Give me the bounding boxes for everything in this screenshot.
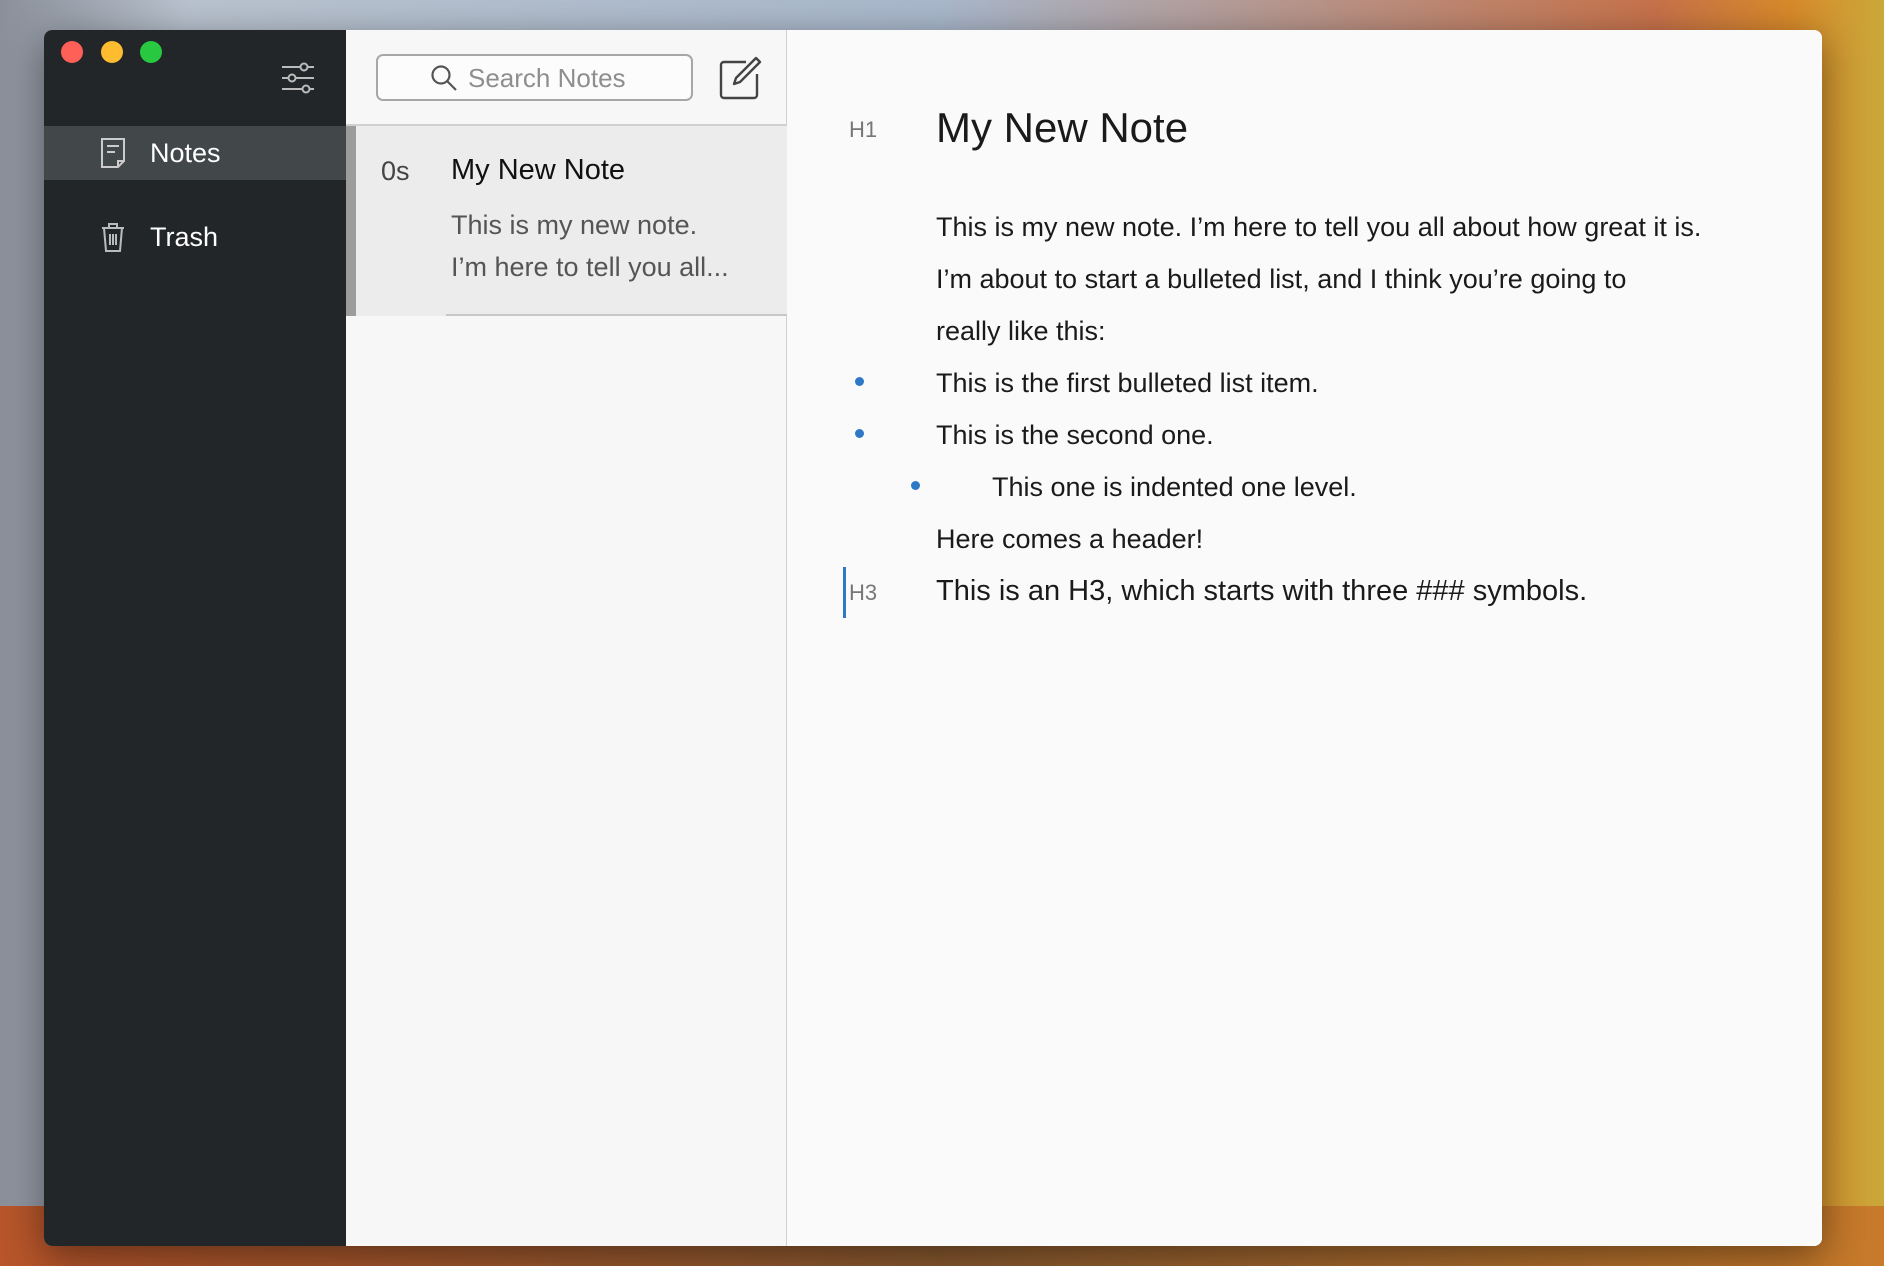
sidebar-item-notes[interactable]: Notes (44, 126, 346, 180)
note-preview-line: This is my new note. (451, 210, 698, 240)
compose-icon[interactable] (718, 56, 762, 100)
zoom-button[interactable] (140, 41, 162, 63)
sidebar-item-trash[interactable]: Trash (44, 210, 346, 264)
note-preview-line: I’m here to tell you all... (451, 252, 729, 282)
note-age: 0s (381, 156, 410, 186)
bullet-icon (911, 481, 920, 490)
sidebar-item-label: Notes (150, 137, 221, 168)
h3-marker: H3 (849, 580, 878, 605)
note-editor[interactable]: H1 My New Note This is my new note. I’m … (787, 30, 1822, 1246)
paragraph-line[interactable]: This is my new note. I’m here to tell yo… (936, 201, 1701, 253)
sliders-icon[interactable] (280, 60, 316, 96)
paragraph-line[interactable]: I’m about to start a bulleted list, and … (936, 253, 1626, 305)
bullet-icon (855, 429, 864, 438)
search-field[interactable] (376, 54, 693, 101)
list-item[interactable]: 0s My New Note This is my new note. I’m … (346, 126, 787, 316)
minimize-button[interactable] (101, 41, 123, 63)
note-icon (101, 138, 125, 168)
divider (446, 314, 787, 316)
close-button[interactable] (61, 41, 83, 63)
trash-icon (102, 223, 124, 252)
bullet-item[interactable]: This is the second one. (936, 409, 1214, 461)
bullet-icon (855, 377, 864, 386)
search-icon (431, 64, 457, 91)
app-window: Notes Trash 0s My New Note This is my ne… (44, 30, 1822, 1246)
paragraph-line[interactable]: really like this: (936, 305, 1106, 357)
selection-indicator (346, 126, 356, 316)
sub-bullet-item[interactable]: This one is indented one level. (992, 461, 1357, 513)
note-heading[interactable]: My New Note (936, 102, 1188, 154)
sidebar: Notes Trash (44, 30, 346, 1246)
current-line-indicator (843, 567, 846, 618)
bullet-item[interactable]: This is the first bulleted list item. (936, 357, 1319, 409)
h3-heading[interactable]: This is an H3, which starts with three #… (936, 565, 1587, 617)
search-input[interactable] (468, 60, 678, 96)
h1-marker: H1 (849, 117, 878, 142)
sidebar-item-label: Trash (150, 221, 219, 252)
note-list-panel: 0s My New Note This is my new note. I’m … (346, 30, 787, 1246)
note-title: My New Note (451, 154, 626, 186)
paragraph-line[interactable]: Here comes a header! (936, 513, 1203, 565)
